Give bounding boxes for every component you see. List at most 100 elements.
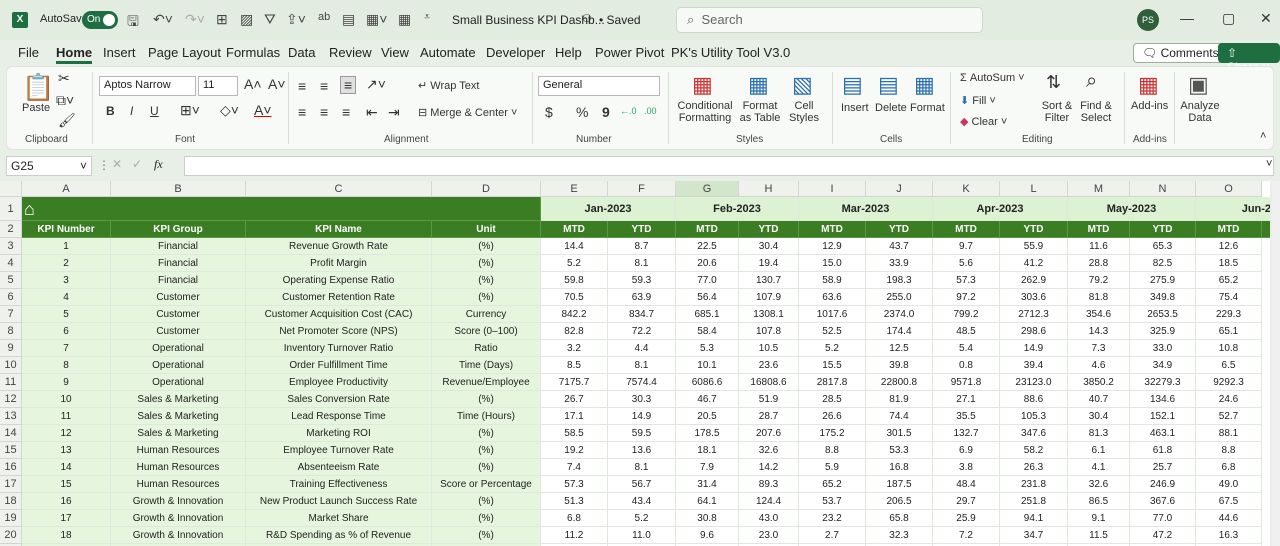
- column-header-G[interactable]: G: [676, 181, 739, 197]
- tab-formulas[interactable]: Formulas: [226, 45, 280, 60]
- redo-icon[interactable]: ↷˅: [185, 11, 205, 28]
- value-cell[interactable]: 187.5: [866, 476, 933, 493]
- kpi-number[interactable]: 3: [22, 272, 111, 289]
- row-header-1[interactable]: 1: [0, 197, 22, 221]
- row-header-4[interactable]: 4: [0, 255, 22, 272]
- value-cell[interactable]: 65.2: [799, 476, 866, 493]
- value-cell[interactable]: 26.3: [1000, 459, 1068, 476]
- value-cell[interactable]: 7.3: [1068, 340, 1130, 357]
- value-cell[interactable]: 206.5: [866, 493, 933, 510]
- value-cell[interactable]: 23123.0: [1000, 374, 1068, 391]
- share-button[interactable]: ⇧ Share ˅: [1218, 43, 1280, 74]
- tab-automate[interactable]: Automate: [420, 45, 476, 60]
- value-cell[interactable]: 53.7: [799, 493, 866, 510]
- row-header-17[interactable]: 17: [0, 476, 22, 493]
- borders-icon[interactable]: ⊞: [216, 11, 228, 28]
- value-cell[interactable]: 39.4: [1000, 357, 1068, 374]
- delete-button[interactable]: Delete: [875, 102, 907, 114]
- kpi-group[interactable]: Financial: [111, 272, 246, 289]
- value-cell[interactable]: 16808.6: [739, 374, 799, 391]
- column-header-K[interactable]: K: [933, 181, 1000, 197]
- value-cell[interactable]: 29.7: [933, 493, 1000, 510]
- fill-color-icon[interactable]: ◇˅: [220, 102, 239, 119]
- value-cell[interactable]: 88.1: [1196, 425, 1262, 442]
- kpi-number[interactable]: 18: [22, 527, 111, 544]
- value-cell[interactable]: 246.9: [1130, 476, 1196, 493]
- value-cell[interactable]: 47.2: [1130, 527, 1196, 544]
- value-cell[interactable]: 9571.8: [933, 374, 1000, 391]
- value-cell[interactable]: 8.1: [608, 255, 676, 272]
- kpi-name[interactable]: Net Promoter Score (NPS): [246, 323, 432, 340]
- form-icon[interactable]: ▤: [342, 11, 355, 28]
- value-cell[interactable]: 130.7: [739, 272, 799, 289]
- enter-icon[interactable]: ✓: [132, 157, 142, 171]
- kpi-number[interactable]: 8: [22, 357, 111, 374]
- value-cell[interactable]: 58.2: [1000, 442, 1068, 459]
- row-header-14[interactable]: 14: [0, 425, 22, 442]
- value-cell[interactable]: 43.7: [866, 238, 933, 255]
- row-header-12[interactable]: 12: [0, 391, 22, 408]
- value-cell[interactable]: 70.5: [541, 289, 608, 306]
- spreadsheet-grid[interactable]: A B C D E F G H I J K L M N O 1 2 3 4 5 6 7 8 9 10 11 12 13 14 15 16 17…: [0, 181, 1270, 546]
- value-cell[interactable]: 63.9: [608, 289, 676, 306]
- value-cell[interactable]: 97.2: [933, 289, 1000, 306]
- value-cell[interactable]: 51.9: [739, 391, 799, 408]
- percent-button[interactable]: %: [576, 104, 588, 120]
- value-cell[interactable]: 25.9: [933, 510, 1000, 527]
- row-header-11[interactable]: 11: [0, 374, 22, 391]
- value-cell[interactable]: 81.3: [1068, 425, 1130, 442]
- value-cell[interactable]: 65.8: [866, 510, 933, 527]
- kpi-group[interactable]: Growth & Innovation: [111, 527, 246, 544]
- format-as-table-button[interactable]: Format as Table: [736, 100, 784, 124]
- value-cell[interactable]: 56.7: [608, 476, 676, 493]
- italic-button[interactable]: I: [130, 104, 133, 118]
- value-cell[interactable]: 3.2: [541, 340, 608, 357]
- value-cell[interactable]: 107.9: [739, 289, 799, 306]
- value-cell[interactable]: 4.6: [1068, 357, 1130, 374]
- value-cell[interactable]: 56.4: [676, 289, 739, 306]
- font-color-icon[interactable]: A˅: [254, 102, 272, 118]
- value-cell[interactable]: 33.0: [1130, 340, 1196, 357]
- kpi-name[interactable]: Market Share: [246, 510, 432, 527]
- analyze-data-button[interactable]: Analyze Data: [1180, 100, 1220, 124]
- column-header-B[interactable]: B: [111, 181, 246, 197]
- value-cell[interactable]: 27.1: [933, 391, 1000, 408]
- value-cell[interactable]: 2374.0: [866, 306, 933, 323]
- row-header-9[interactable]: 9: [0, 340, 22, 357]
- undo-icon[interactable]: ↶˅: [153, 11, 173, 28]
- value-cell[interactable]: 5.4: [933, 340, 1000, 357]
- row-header-5[interactable]: 5: [0, 272, 22, 289]
- value-cell[interactable]: 6.8: [541, 510, 608, 527]
- value-cell[interactable]: 39.8: [866, 357, 933, 374]
- value-cell[interactable]: 1308.1: [739, 306, 799, 323]
- spelling-icon[interactable]: ab: [318, 11, 330, 23]
- value-cell[interactable]: 79.2: [1068, 272, 1130, 289]
- calc-icon[interactable]: ▦: [398, 11, 411, 28]
- value-cell[interactable]: 63.6: [799, 289, 866, 306]
- insert-function-button[interactable]: fx: [154, 157, 163, 172]
- kpi-unit[interactable]: (%): [432, 255, 541, 272]
- value-cell[interactable]: 7.9: [676, 459, 739, 476]
- kpi-number[interactable]: 10: [22, 391, 111, 408]
- search-input[interactable]: ⌕ Search: [676, 7, 983, 33]
- kpi-group[interactable]: Operational: [111, 374, 246, 391]
- kpi-unit[interactable]: (%): [432, 272, 541, 289]
- column-header-D[interactable]: D: [432, 181, 541, 197]
- kpi-unit[interactable]: (%): [432, 527, 541, 544]
- vertical-scrollbar[interactable]: [1272, 181, 1280, 546]
- value-cell[interactable]: 41.2: [1000, 255, 1068, 272]
- value-cell[interactable]: 57.3: [541, 476, 608, 493]
- value-cell[interactable]: 8.8: [799, 442, 866, 459]
- value-cell[interactable]: 251.8: [1000, 493, 1068, 510]
- align-left-icon[interactable]: ≡: [298, 104, 306, 120]
- kpi-number[interactable]: 16: [22, 493, 111, 510]
- value-cell[interactable]: 12.6: [1196, 238, 1262, 255]
- number-format-dropdown[interactable]: General: [538, 76, 660, 96]
- value-cell[interactable]: 28.7: [739, 408, 799, 425]
- value-cell[interactable]: 6.1: [1068, 442, 1130, 459]
- kpi-unit[interactable]: Currency: [432, 306, 541, 323]
- value-cell[interactable]: 33.9: [866, 255, 933, 272]
- kpi-name[interactable]: Training Effectiveness: [246, 476, 432, 493]
- value-cell[interactable]: 347.6: [1000, 425, 1068, 442]
- value-cell[interactable]: 20.5: [676, 408, 739, 425]
